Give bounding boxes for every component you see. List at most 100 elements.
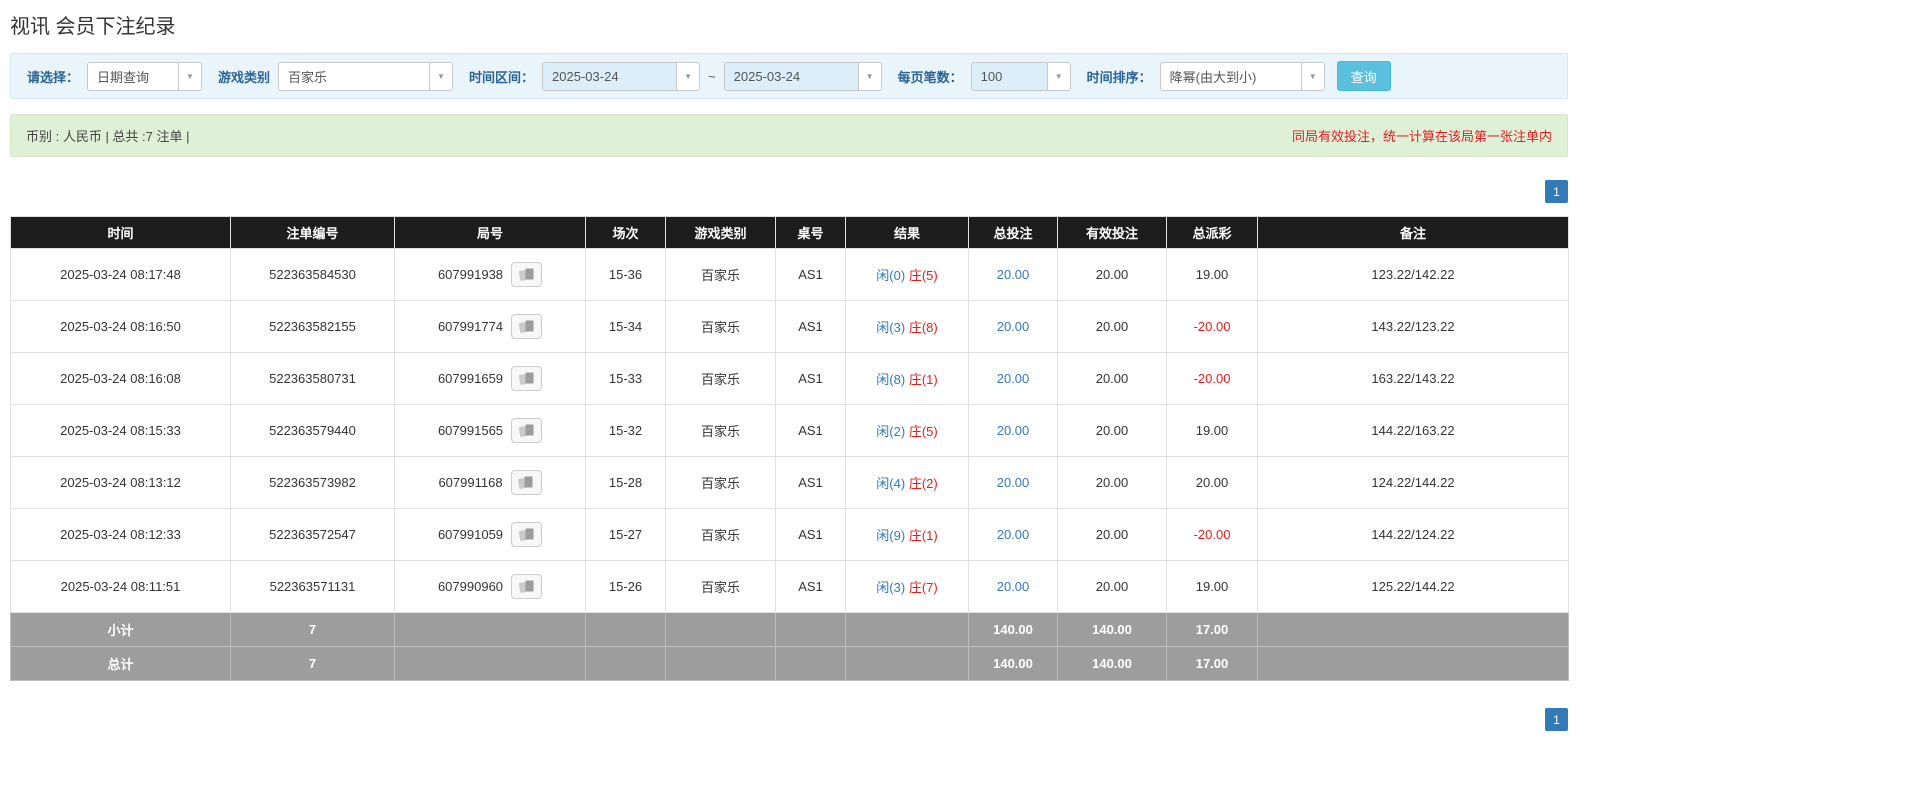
- chevron-down-icon[interactable]: ▼: [178, 62, 202, 90]
- col-header-game: 游戏类别: [665, 216, 776, 249]
- page-1-button[interactable]: 1: [1545, 708, 1568, 731]
- cell-time: 2025-03-24 08:15:33: [10, 404, 231, 457]
- page-size-label: 每页笔数：: [897, 69, 963, 85]
- cell-payout: -20.00: [1166, 300, 1258, 353]
- chevron-down-icon[interactable]: ▼: [429, 62, 453, 90]
- game-type-select[interactable]: 百家乐 ▼: [278, 61, 454, 91]
- subtotal-count: 7: [230, 612, 395, 647]
- cards-icon: [518, 580, 534, 593]
- cell-remark: 144.22/163.22: [1257, 404, 1569, 457]
- result-player: 闲(9): [876, 528, 906, 543]
- total-valid-bet: 140.00: [1057, 646, 1167, 681]
- col-header-total-bet: 总投注: [968, 216, 1058, 249]
- empty-cell: [665, 646, 776, 681]
- cell-game: 百家乐: [665, 404, 776, 457]
- query-type-select[interactable]: 日期查询 ▼: [87, 61, 203, 91]
- empty-cell: [394, 646, 586, 681]
- cell-total-bet: 20.00: [968, 560, 1058, 613]
- cell-session: 15-32: [585, 404, 666, 457]
- cell-payout: 19.00: [1166, 404, 1258, 457]
- total-bet-link[interactable]: 20.00: [997, 319, 1030, 334]
- empty-cell: [585, 612, 666, 647]
- empty-cell: [394, 612, 586, 647]
- time-sort-select[interactable]: 降幂(由大到小) ▼: [1159, 61, 1325, 91]
- cell-bet-id: 522363584530: [230, 248, 395, 301]
- cell-payout: -20.00: [1166, 352, 1258, 405]
- total-bet-link[interactable]: 20.00: [997, 423, 1030, 438]
- page-1-button[interactable]: 1: [1545, 180, 1568, 203]
- col-header-valid-bet: 有效投注: [1057, 216, 1167, 249]
- cell-time: 2025-03-24 08:17:48: [10, 248, 231, 301]
- view-round-button[interactable]: [511, 522, 543, 547]
- page-size-select[interactable]: 100 ▼: [970, 61, 1071, 91]
- view-round-button[interactable]: [511, 314, 543, 339]
- table-body: 2025-03-24 08:17:48 522363584530 6079919…: [10, 248, 1569, 613]
- cell-total-bet: 20.00: [968, 352, 1058, 405]
- cell-table: AS1: [775, 560, 846, 613]
- view-round-button[interactable]: [511, 574, 543, 599]
- cell-result: 闲(0) 庄(5): [845, 248, 969, 301]
- date-to-select[interactable]: 2025-03-24 ▼: [723, 61, 882, 91]
- cell-session: 15-28: [585, 456, 666, 509]
- total-count: 7: [230, 646, 395, 681]
- table-row: 2025-03-24 08:11:51 522363571131 6079909…: [10, 560, 1569, 613]
- time-range-label: 时间区间：: [469, 69, 535, 85]
- chevron-down-icon[interactable]: ▼: [1046, 62, 1070, 90]
- summary-bar: 币别 : 人民币 | 总共 :7 注单 | 同局有效投注，统一计算在该局第一张注…: [10, 114, 1568, 157]
- empty-cell: [775, 646, 846, 681]
- round-number: 607991059: [437, 527, 504, 542]
- query-type-value: 日期查询: [97, 69, 150, 85]
- col-header-round: 局号: [394, 216, 586, 249]
- cell-game: 百家乐: [665, 560, 776, 613]
- cell-result: 闲(4) 庄(2): [845, 456, 969, 509]
- col-header-remark: 备注: [1257, 216, 1569, 249]
- view-round-button[interactable]: [510, 470, 542, 495]
- chevron-down-icon[interactable]: ▼: [1300, 62, 1324, 90]
- search-button[interactable]: 查询: [1336, 61, 1391, 91]
- date-from-value: 2025-03-24: [543, 62, 677, 90]
- time-sort-label: 时间排序：: [1086, 69, 1152, 85]
- date-range-separator: ~: [708, 68, 716, 84]
- table-row: 2025-03-24 08:16:50 522363582155 6079917…: [10, 300, 1569, 353]
- total-payout: 17.00: [1166, 646, 1258, 681]
- result-banker: 庄(2): [908, 476, 938, 491]
- col-header-table: 桌号: [775, 216, 846, 249]
- pagination-top: 1: [10, 180, 1568, 203]
- result-banker: 庄(8): [908, 320, 938, 335]
- pagination-bottom: 1: [10, 708, 1568, 731]
- cell-total-bet: 20.00: [968, 248, 1058, 301]
- empty-cell: [845, 646, 969, 681]
- cell-bet-id: 522363571131: [230, 560, 395, 613]
- chevron-down-icon[interactable]: ▼: [676, 62, 700, 90]
- total-bet-link[interactable]: 20.00: [997, 371, 1030, 386]
- total-bet-link[interactable]: 20.00: [997, 267, 1030, 282]
- bet-records-table: 时间 注单编号 局号 场次 游戏类别 桌号 结果 总投注 有效投注 总派彩 备注…: [10, 216, 1569, 681]
- result-banker: 庄(7): [908, 580, 938, 595]
- total-bet-link[interactable]: 20.00: [997, 475, 1030, 490]
- cell-valid-bet: 20.00: [1057, 560, 1167, 613]
- cards-icon: [518, 320, 534, 333]
- round-number: 607991938: [437, 267, 504, 282]
- chevron-down-icon[interactable]: ▼: [857, 62, 881, 90]
- cell-bet-id: 522363579440: [230, 404, 395, 457]
- cell-session: 15-33: [585, 352, 666, 405]
- cell-result: 闲(3) 庄(8): [845, 300, 969, 353]
- total-bet-link[interactable]: 20.00: [997, 527, 1030, 542]
- cell-round: 607991059: [394, 508, 586, 561]
- cell-bet-id: 522363572547: [230, 508, 395, 561]
- cell-remark: 123.22/142.22: [1257, 248, 1569, 301]
- view-round-button[interactable]: [511, 262, 543, 287]
- col-header-time: 时间: [10, 216, 231, 249]
- table-row: 2025-03-24 08:17:48 522363584530 6079919…: [10, 248, 1569, 301]
- date-from-select[interactable]: 2025-03-24 ▼: [542, 61, 701, 91]
- total-bet-link[interactable]: 20.00: [997, 579, 1030, 594]
- col-header-payout: 总派彩: [1166, 216, 1258, 249]
- cell-result: 闲(8) 庄(1): [845, 352, 969, 405]
- view-round-button[interactable]: [511, 366, 543, 391]
- cell-valid-bet: 20.00: [1057, 456, 1167, 509]
- cell-round: 607991565: [394, 404, 586, 457]
- total-label: 总计: [10, 646, 231, 681]
- view-round-button[interactable]: [511, 418, 543, 443]
- cell-total-bet: 20.00: [968, 508, 1058, 561]
- game-type-value: 百家乐: [288, 69, 328, 85]
